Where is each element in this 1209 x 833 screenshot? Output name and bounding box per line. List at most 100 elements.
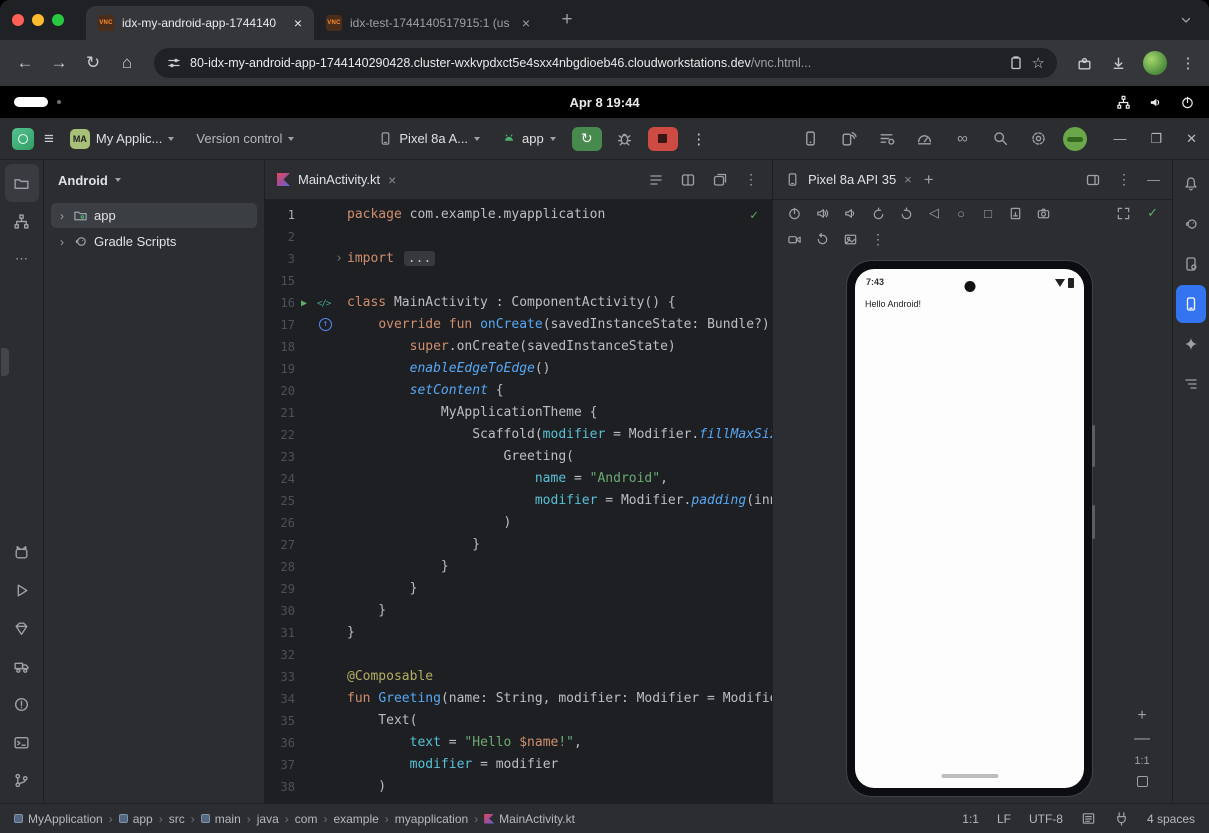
gradle-icon[interactable]	[1176, 205, 1206, 243]
back-button[interactable]: ←	[10, 53, 40, 73]
indent-setting[interactable]: 4 spaces	[1147, 812, 1195, 826]
profiler-icon[interactable]	[911, 126, 937, 152]
close-icon[interactable]: ✕	[1186, 131, 1197, 147]
code-line[interactable]: 25 modifier = Modifier.padding(innerPadd…	[265, 490, 772, 512]
run-gutter-icon[interactable]: ▶	[301, 293, 307, 315]
android-overview-icon[interactable]: □	[981, 206, 995, 221]
volume-up-icon[interactable]	[815, 206, 830, 221]
run-configuration-selector[interactable]: app	[496, 128, 562, 149]
line-separator[interactable]: LF	[997, 812, 1011, 826]
browser-tab-inactive[interactable]: VNC idx-test-1744140517915:1 (us ×	[314, 6, 542, 40]
forward-button[interactable]: →	[44, 53, 74, 73]
code-line[interactable]: 16▶</>class MainActivity : ComponentActi…	[265, 292, 772, 314]
expand-chevron-icon[interactable]: ›	[57, 209, 67, 223]
stop-button[interactable]	[648, 127, 678, 151]
code-line[interactable]: 31}	[265, 622, 772, 644]
code-line[interactable]: 23 Greeting(	[265, 446, 772, 468]
build-variants-icon[interactable]	[873, 126, 899, 152]
pair-devices-icon[interactable]	[835, 126, 861, 152]
main-menu-icon[interactable]: ≡	[44, 129, 54, 149]
tree-item-app[interactable]: › app	[51, 203, 257, 228]
code-line[interactable]: 37 modifier = modifier	[265, 754, 772, 776]
zoom-in-button[interactable]: +	[1137, 709, 1146, 723]
notifications-bell-icon[interactable]	[1176, 165, 1206, 203]
more-tools-icon[interactable]: ⋯	[5, 240, 39, 278]
screenshot-icon[interactable]	[1008, 206, 1023, 221]
code-line[interactable]: 28 }	[265, 556, 772, 578]
site-settings-icon[interactable]	[166, 55, 182, 71]
code-line[interactable]: 24 name = "Android",	[265, 468, 772, 490]
phone-screen[interactable]: 7:43 Hello Android!	[855, 269, 1084, 788]
breadcrumb-item[interactable]: example	[333, 812, 378, 826]
bookmark-star-icon[interactable]: ☆	[1032, 54, 1045, 72]
reload-button[interactable]: ↻	[78, 53, 108, 73]
new-tab-button[interactable]: +	[554, 9, 580, 31]
fullscreen-window-button[interactable]	[52, 14, 64, 26]
breadcrumb-item[interactable]: com	[295, 812, 318, 826]
device-more-icon[interactable]: ⋮	[871, 231, 885, 248]
code-line[interactable]: 18 super.onCreate(savedInstanceState)	[265, 336, 772, 358]
phone-frame[interactable]: 7:43 Hello Android!	[846, 260, 1093, 797]
code-line[interactable]: 33@Composable	[265, 666, 772, 688]
project-selector[interactable]: MA My Applic...	[64, 126, 180, 152]
editor-tab-mainactivity[interactable]: MainActivity.kt ×	[265, 160, 408, 199]
code-line[interactable]: 26 )	[265, 512, 772, 534]
add-device-tab-button[interactable]: +	[924, 170, 934, 190]
minimize-window-button[interactable]	[32, 14, 44, 26]
device-manager-icon[interactable]	[797, 126, 823, 152]
structure-icon[interactable]	[1176, 365, 1206, 403]
snapshot-icon[interactable]	[843, 232, 858, 247]
breadcrumb-item[interactable]: main	[201, 812, 241, 826]
hardware-input-check-icon[interactable]: ✓	[1147, 205, 1158, 221]
logcat-icon[interactable]	[5, 533, 39, 571]
breadcrumb-item[interactable]: myapplication	[395, 812, 468, 826]
panel-options-icon[interactable]: ⋮	[1117, 171, 1131, 188]
rerun-button[interactable]: ↻	[572, 127, 602, 151]
zoom-out-button[interactable]: —	[1134, 732, 1150, 746]
editor-more-icon[interactable]: ⋮	[744, 171, 758, 188]
breadcrumb-item[interactable]: MainActivity.kt	[484, 812, 575, 826]
search-everywhere-icon[interactable]	[987, 126, 1013, 152]
run-tool-icon[interactable]	[5, 571, 39, 609]
zoom-to-fit-icon[interactable]	[1137, 776, 1148, 787]
code-line[interactable]: 3›import ...	[265, 248, 772, 270]
code-line[interactable]: 35 Text(	[265, 710, 772, 732]
volume-icon[interactable]	[1148, 95, 1163, 110]
split-editor-icon[interactable]	[680, 172, 696, 188]
hierarchy-icon[interactable]	[5, 202, 39, 240]
downloads-icon[interactable]	[1103, 55, 1133, 72]
terminal-icon[interactable]	[5, 723, 39, 761]
inspections-passed-icon[interactable]: ✓	[750, 208, 758, 223]
browser-menu-icon[interactable]: ⋮	[1177, 54, 1199, 72]
problems-icon[interactable]	[5, 685, 39, 723]
toolbar-more-icon[interactable]: ⋮	[688, 130, 710, 148]
extensions-icon[interactable]	[1069, 55, 1099, 72]
volume-down-icon[interactable]	[843, 206, 858, 221]
tab-search-chevron-icon[interactable]	[1179, 13, 1193, 27]
code-line[interactable]: 21 MyApplicationTheme {	[265, 402, 772, 424]
code-line[interactable]: 36 text = "Hello $name!",	[265, 732, 772, 754]
rotate-right-icon[interactable]	[899, 206, 914, 221]
code-editor[interactable]: 1package com.example.myapplication23›imp…	[265, 200, 772, 803]
gemini-icon[interactable]	[1176, 325, 1206, 363]
breadcrumb-item[interactable]: app	[119, 812, 153, 826]
device-tab-title[interactable]: Pixel 8a API 35	[808, 172, 896, 187]
tab-close-icon[interactable]: ×	[290, 15, 306, 31]
minimize-icon[interactable]: —	[1113, 131, 1126, 147]
override-gutter-icon[interactable]: ↑	[319, 318, 332, 331]
close-window-button[interactable]	[12, 14, 24, 26]
settings-gear-icon[interactable]	[1025, 126, 1051, 152]
camera-icon[interactable]	[1036, 206, 1051, 221]
tree-item-gradle-scripts[interactable]: › Gradle Scripts	[51, 229, 257, 254]
network-icon[interactable]	[1116, 95, 1131, 110]
panel-hide-icon[interactable]: —	[1147, 172, 1160, 187]
expand-chevron-icon[interactable]: ›	[57, 235, 67, 249]
code-line[interactable]: 1package com.example.myapplication	[265, 204, 772, 226]
editor-list-icon[interactable]	[648, 172, 664, 188]
breadcrumb-item[interactable]: MyApplication	[14, 812, 103, 826]
activities-pill[interactable]	[14, 97, 48, 107]
device-selector[interactable]: Pixel 8a A...	[372, 128, 486, 149]
resize-display-icon[interactable]	[1116, 206, 1131, 221]
code-line[interactable]: 27 }	[265, 534, 772, 556]
app-insights-icon[interactable]	[5, 609, 39, 647]
